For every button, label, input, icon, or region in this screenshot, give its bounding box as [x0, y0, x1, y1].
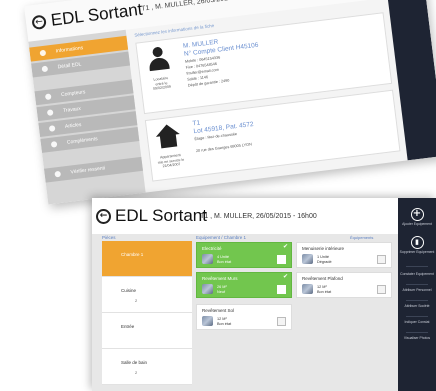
assign-personnel-button[interactable]: Attribuer Personnel [398, 288, 436, 292]
add-equipment-button[interactable]: + Ajouter Equipement [398, 208, 436, 226]
front-screen: ← EDL Sortant T1 , M. MULLER, 26/05/2015… [92, 198, 436, 391]
equipment-checkbox[interactable] [277, 285, 286, 294]
back-screen: ← EDL Sortant T1 , M. MULLER, 26/05/2015… [24, 0, 436, 205]
tenant-info: M. MULLER N° Compte Client H45106 Mobile… [183, 34, 263, 89]
equipment-detail: 1 Unité Dégradé [317, 255, 332, 264]
room-name: Entrée [121, 324, 135, 329]
constater-equipment-button[interactable]: Constater Equipement [398, 272, 436, 276]
people-icon [41, 65, 49, 73]
room-name: Salle de bain [121, 360, 148, 365]
equipment-photo[interactable] [202, 284, 213, 294]
equipment-name: Revêtement Sol [202, 308, 235, 313]
meter-icon [44, 93, 52, 101]
equipment-detail: 4 Unité Bon état [217, 255, 232, 264]
dwelling-caption: Appartement mis en service le 21/04/2007 [157, 153, 185, 169]
equipment-name: Menuiserie intérieure [302, 246, 345, 251]
room-item[interactable]: Entrée [102, 313, 192, 349]
room-name: Cuisine [121, 288, 137, 293]
trash-icon: ▮ [410, 236, 424, 249]
room-item[interactable]: Chambre 1 [102, 241, 192, 277]
room-name: Chambre 1 [121, 252, 144, 257]
equipment-link[interactable]: Équipements [350, 235, 373, 240]
dwelling-address: 20 rue des Granges 69005 LYON [195, 142, 253, 154]
equipment-photo[interactable] [202, 316, 213, 326]
equipment-card[interactable]: Revêtement Plafond 12 M² Bon état [296, 272, 392, 298]
back-sidebar: Informations Détail EDL Compteurs Travau… [28, 29, 146, 205]
composite-screenshot: ← EDL Sortant T1 , M. MULLER, 26/05/2015… [0, 0, 436, 391]
indicate-report-button[interactable]: Indiquer Constat [398, 320, 436, 324]
plus-icon: + [410, 208, 424, 221]
back-page-subtitle: T1 , M. MULLER, 26/05/2015 - 16h00 [140, 0, 258, 13]
equipment-card[interactable]: ✔ Electricité 4 Unité Bon état [196, 242, 292, 268]
equipment-photo[interactable] [302, 254, 313, 264]
view-photos-button[interactable]: Visualiser Photos [398, 336, 436, 340]
action-strip: + Ajouter Equipement ▮ Supprimer Equipem… [398, 198, 436, 391]
sidebar-item-verifier[interactable]: Vérifier ressenti [43, 156, 143, 183]
equipment-label: Equipement / Chambre 1 [196, 235, 247, 240]
dwelling-info: T1 Lot 45918, Pat. 4572 Étage : Rez-de-c… [192, 113, 256, 154]
equipment-name: Electricité [202, 246, 222, 251]
info-icon [39, 49, 47, 57]
tools-icon [46, 109, 54, 116]
divider [406, 316, 428, 317]
equipment-name: Revêtement Plafond [302, 276, 343, 281]
arrow-left-icon[interactable]: ← [31, 14, 47, 31]
front-body: Pièces Equipement / Chambre 1 Équipement… [92, 234, 398, 391]
equipment-checkbox[interactable] [377, 285, 386, 294]
check-icon [54, 170, 62, 178]
check-icon: ✔ [282, 243, 288, 250]
equipment-card[interactable]: ✔ Revêtement Murs 26 M² Neuf [196, 272, 292, 298]
rooms-label: Pièces [102, 235, 116, 240]
room-item[interactable]: Cuisine 2 [102, 277, 192, 313]
arrow-left-icon[interactable]: ← [96, 209, 111, 224]
front-header: ← EDL Sortant T1 , M. MULLER, 26/05/2015… [92, 198, 398, 234]
back-page-title: EDL Sortant [49, 0, 144, 30]
equipment-detail: 12 M² Bon état [317, 285, 332, 294]
room-count: 2 [135, 298, 138, 303]
house-icon [154, 123, 182, 150]
equipment-card[interactable]: Menuiserie intérieure 1 Unité Dégradé [296, 242, 392, 268]
divider [406, 332, 428, 333]
page-title: EDL Sortant [115, 206, 207, 225]
equipment-photo[interactable] [302, 284, 313, 294]
equipment-card[interactable]: Revêtement Sol 12 M² Bon état [196, 304, 292, 330]
tenant-caption: Locataire entré le 09/02/2009 [152, 75, 172, 92]
equipment-checkbox[interactable] [277, 255, 286, 264]
tag-icon [48, 125, 56, 132]
person-icon [145, 46, 172, 73]
assign-company-button[interactable]: Attribuer Société [398, 304, 436, 308]
room-count: 2 [135, 370, 138, 375]
equipment-photo[interactable] [202, 254, 213, 264]
equipment-checkbox[interactable] [277, 317, 286, 326]
check-icon: ✔ [282, 273, 288, 280]
room-item[interactable]: Salle de bain 2 [102, 349, 192, 385]
back-main: Sélectionnez les informations de la fich… [134, 2, 402, 191]
divider [406, 266, 428, 267]
page-subtitle: T1 , M. MULLER, 26/05/2015 - 16h00 [200, 213, 317, 220]
divider [406, 300, 428, 301]
equipment-name: Revêtement Murs [202, 276, 238, 281]
list-icon [50, 141, 58, 148]
delete-equipment-button[interactable]: ▮ Supprimer Equipement [398, 236, 436, 254]
equipment-detail: 26 M² Neuf [217, 285, 227, 294]
divider [406, 284, 428, 285]
equipment-detail: 12 M² Bon état [217, 317, 232, 326]
equipment-checkbox[interactable] [377, 255, 386, 264]
